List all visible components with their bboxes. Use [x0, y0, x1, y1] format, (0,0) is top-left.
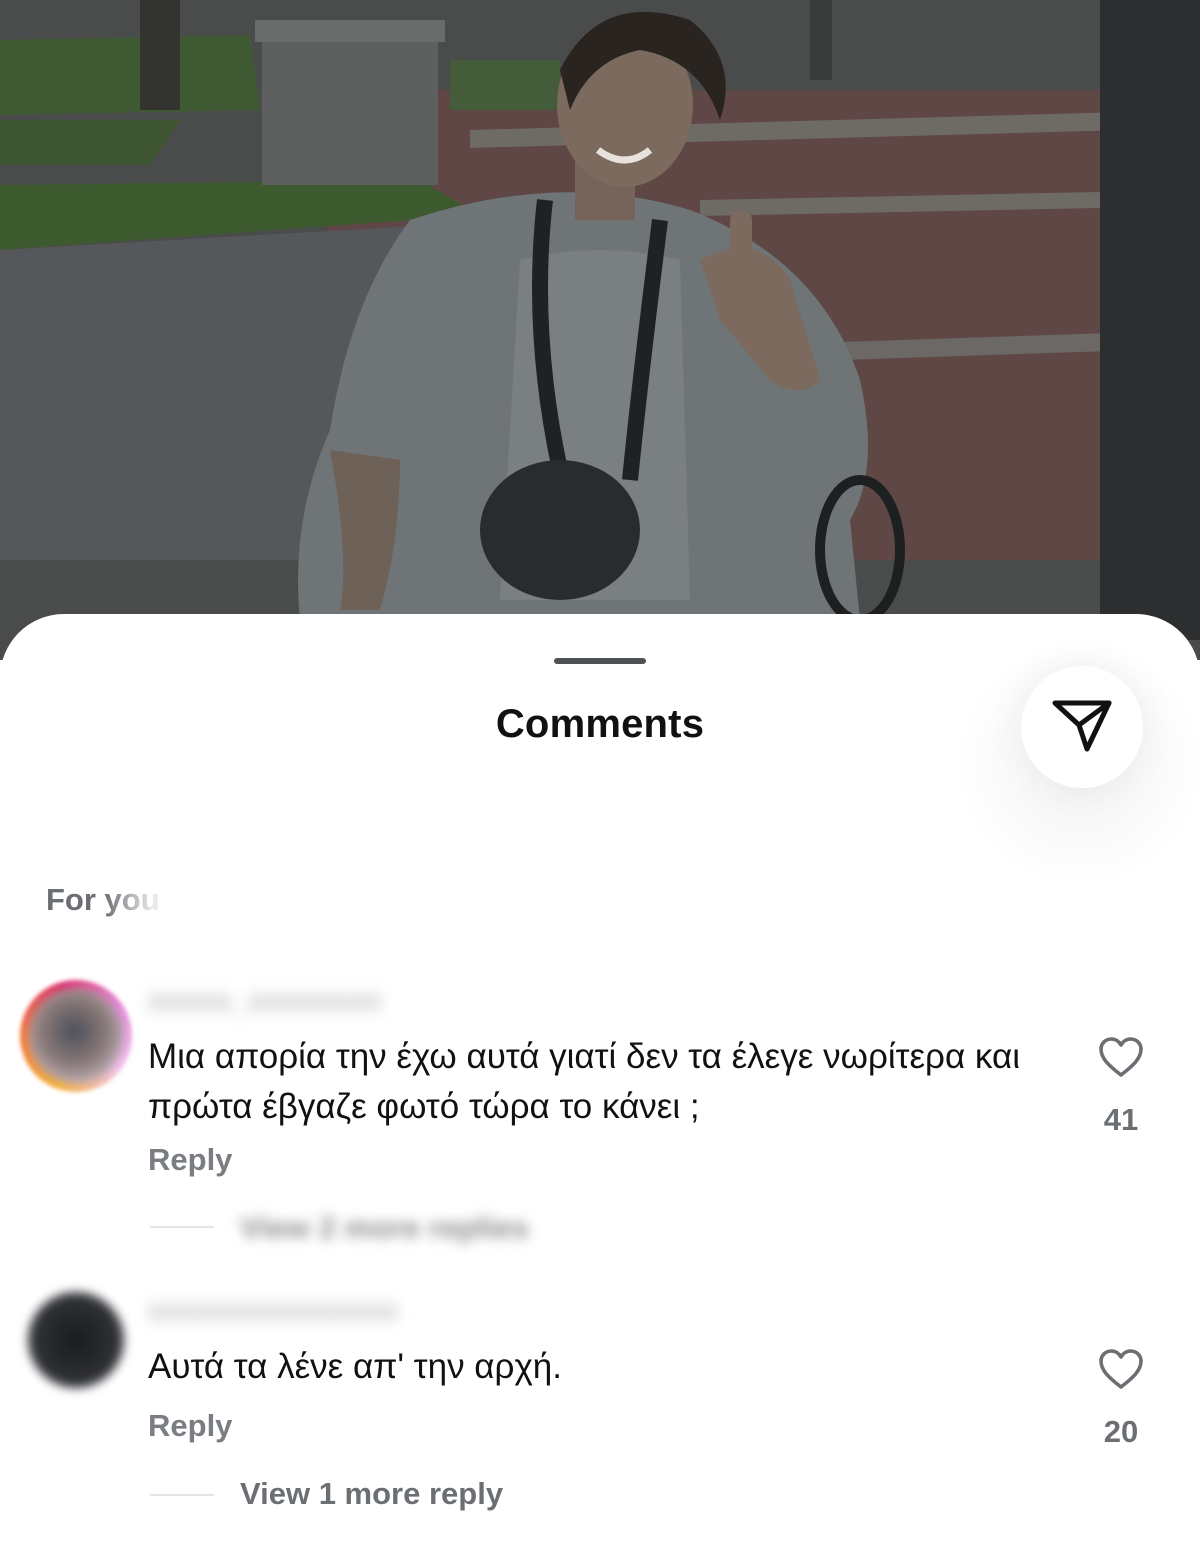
- send-icon: [1051, 697, 1113, 758]
- view-replies-button[interactable]: View 2 more replies: [240, 1210, 529, 1246]
- comment-text: Αυτά τα λένε απ' την αρχή.: [148, 1347, 563, 1386]
- heart-icon[interactable]: [1098, 1036, 1144, 1078]
- replies-divider: [150, 1494, 214, 1496]
- share-button[interactable]: [1021, 666, 1143, 788]
- sort-selector-blur: [104, 876, 244, 926]
- background-photo: [0, 0, 1200, 660]
- avatar[interactable]: [28, 1292, 124, 1388]
- comment-username[interactable]: xxxxxxxxxxxxxxx: [148, 1294, 398, 1328]
- heart-icon[interactable]: [1098, 1348, 1144, 1390]
- reply-button[interactable]: Reply: [148, 1408, 232, 1444]
- replies-divider: [150, 1226, 214, 1228]
- avatar[interactable]: [20, 980, 132, 1092]
- photo-scene: [0, 0, 1200, 660]
- sheet-grabber[interactable]: [554, 658, 646, 664]
- comments-sheet: Comments For you xxxxx_xxxxxxxx Μια απορ…: [0, 614, 1200, 1544]
- reply-button[interactable]: Reply: [148, 1142, 232, 1178]
- comment-text: Μια απορία την έχω αυτά γιατί δεν τα έλε…: [148, 1037, 1021, 1126]
- avatar-image: [28, 988, 124, 1084]
- view-replies-button[interactable]: View 1 more reply: [240, 1476, 503, 1512]
- like-count: 20: [1103, 1414, 1139, 1449]
- like-count: 41: [1103, 1102, 1139, 1137]
- comment-username[interactable]: xxxxx_xxxxxxxx: [148, 984, 382, 1018]
